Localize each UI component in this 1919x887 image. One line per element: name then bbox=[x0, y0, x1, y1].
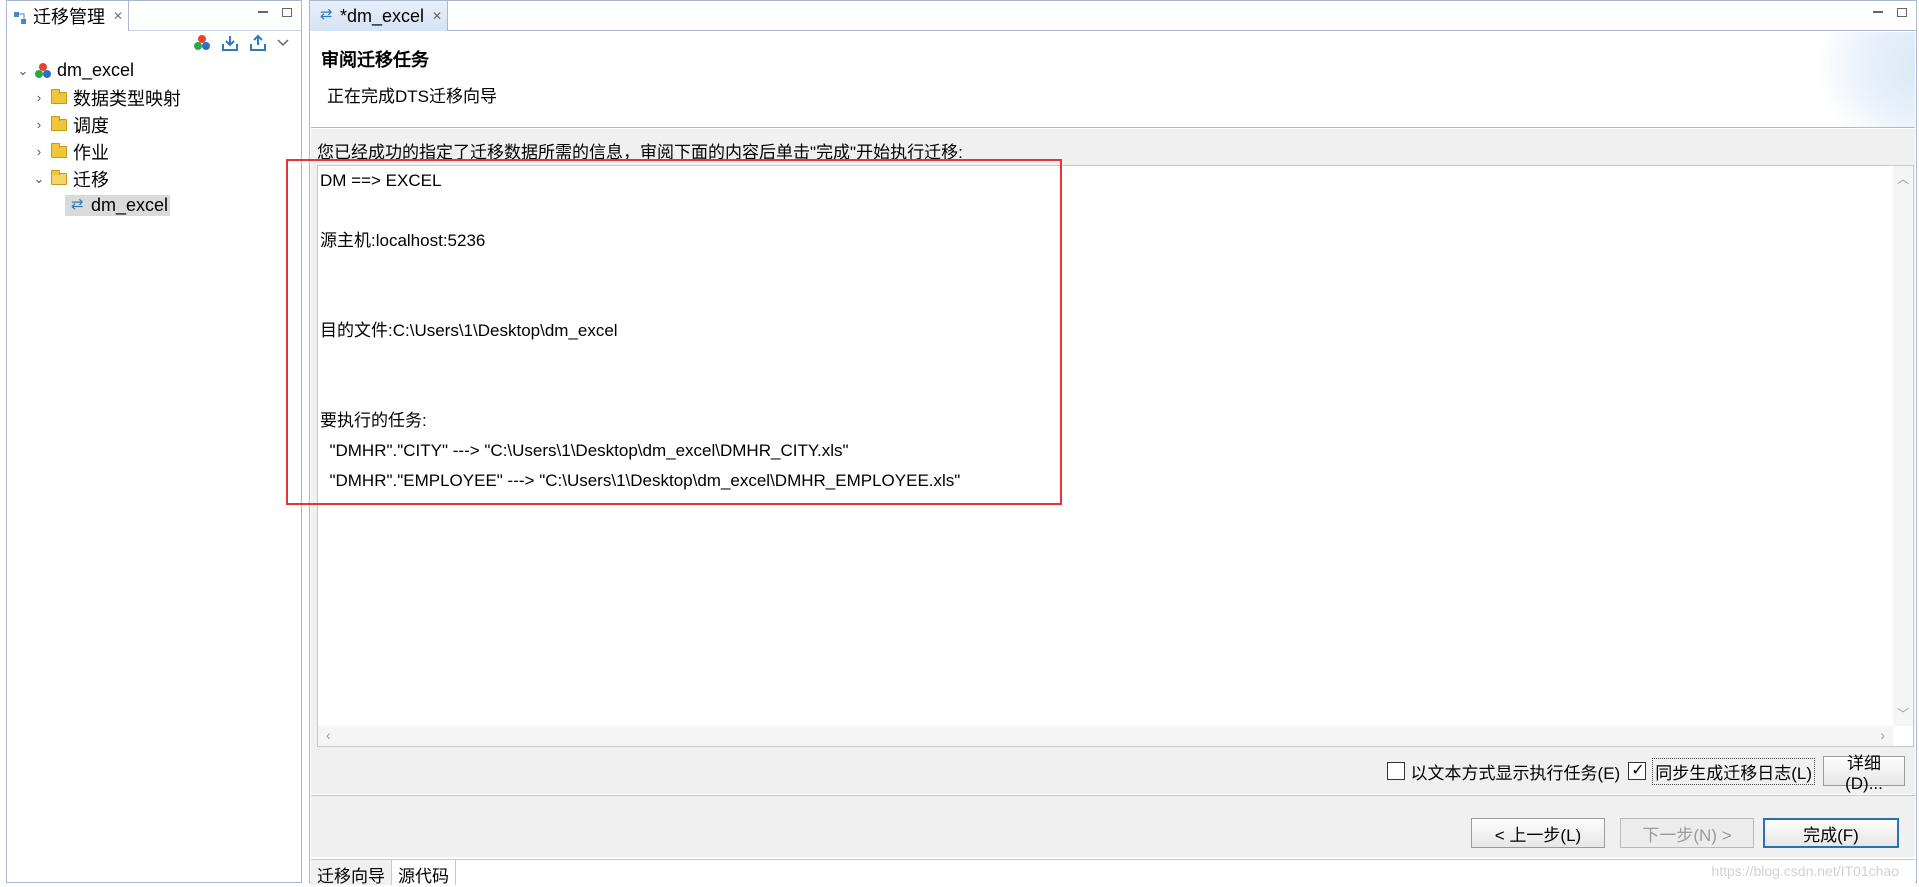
migration-editor: *dm_excel ✕ 审阅迁移任务 正在完成DTS迁移向导 您已经成功的指定了… bbox=[286, 0, 1917, 886]
editor-bottom-tabs: 迁移向导 源代码 bbox=[311, 859, 1915, 886]
wizard-content: 您已经成功的指定了迁移数据所需的信息，审阅下面的内容后单击"完成"开始执行迁移:… bbox=[286, 129, 1915, 794]
show-as-text-option[interactable]: 以文本方式显示执行任务(E) bbox=[1386, 759, 1621, 784]
detail-button[interactable]: 详细(D)... bbox=[1823, 754, 1905, 793]
tree-node-schedule[interactable]: › 调度 bbox=[15, 111, 295, 138]
wizard-title: 审阅迁移任务 bbox=[321, 50, 429, 70]
maximize-icon[interactable] bbox=[281, 6, 293, 18]
migration-management-view: 迁移管理 ✕ ⌄ dm_excel › 数据类型映射 › 调度 › 作业 ⌄ 迁… bbox=[6, 0, 302, 883]
watermark: https://blog.csdn.net/IT01chao bbox=[1711, 863, 1899, 879]
wizard-button-bar: < 上一步(L) 下一步(N) > 完成(F) bbox=[311, 795, 1915, 857]
sync-log-label: 同步生成迁移日志(L) bbox=[1652, 757, 1815, 785]
scroll-up-icon[interactable]: ︿ bbox=[1897, 170, 1909, 187]
tree-node-job[interactable]: › 作业 bbox=[15, 138, 295, 165]
tab-label: *dm_excel bbox=[340, 5, 425, 26]
scroll-left-icon[interactable]: ‹ bbox=[326, 727, 331, 743]
chevron-right-icon[interactable]: › bbox=[31, 90, 47, 105]
tree-node-root[interactable]: ⌄ dm_excel bbox=[15, 57, 295, 84]
project-icon bbox=[35, 62, 51, 79]
tree-node-datatype-mapping[interactable]: › 数据类型映射 bbox=[15, 84, 295, 111]
sync-log-checkbox[interactable] bbox=[1628, 760, 1647, 780]
close-icon[interactable]: ✕ bbox=[113, 9, 123, 23]
chevron-right-icon[interactable]: › bbox=[31, 117, 47, 132]
migration-tree: ⌄ dm_excel › 数据类型映射 › 调度 › 作业 ⌄ 迁移 ⇄ dm_… bbox=[15, 57, 295, 219]
tree-node-label: 数据类型映射 bbox=[73, 88, 181, 109]
export-icon[interactable] bbox=[249, 34, 267, 52]
wizard-subtitle: 正在完成DTS迁移向导 bbox=[327, 87, 497, 106]
annotation-highlight-box bbox=[286, 159, 1062, 505]
show-as-text-checkbox[interactable] bbox=[1386, 762, 1405, 780]
tab-migration-wizard[interactable]: 迁移向导 bbox=[311, 860, 392, 886]
chevron-down-icon[interactable]: ⌄ bbox=[31, 171, 47, 187]
tab-migration-management[interactable]: 迁移管理 ✕ bbox=[7, 1, 129, 31]
chevron-down-icon[interactable]: ⌄ bbox=[15, 63, 31, 79]
tab-dm-excel[interactable]: *dm_excel ✕ bbox=[310, 1, 448, 31]
tree-node-label: 迁移 bbox=[73, 169, 109, 190]
tree-node-label: dm_excel bbox=[91, 195, 169, 215]
tab-source-code[interactable]: 源代码 bbox=[392, 860, 456, 886]
view-menu-icon[interactable] bbox=[277, 34, 295, 52]
wizard-header: 审阅迁移任务 正在完成DTS迁移向导 bbox=[311, 32, 1915, 128]
minimize-icon[interactable] bbox=[257, 6, 269, 18]
show-as-text-label: 以文本方式显示执行任务(E) bbox=[1410, 763, 1621, 783]
folder-icon bbox=[51, 115, 67, 131]
folder-icon bbox=[51, 142, 67, 158]
maximize-icon[interactable] bbox=[1896, 6, 1908, 18]
left-toolbar bbox=[193, 33, 295, 53]
editor-controls bbox=[1872, 6, 1908, 18]
tree-node-label: dm_excel bbox=[57, 60, 135, 80]
migration-view-icon bbox=[13, 9, 27, 24]
next-button[interactable]: 下一步(N) > bbox=[1620, 818, 1754, 848]
vertical-scrollbar[interactable]: ︿ ﹀ bbox=[1893, 166, 1913, 726]
chevron-right-icon[interactable]: › bbox=[31, 144, 47, 159]
new-project-icon[interactable] bbox=[193, 34, 211, 52]
migration-icon bbox=[320, 5, 336, 23]
tab-label: 迁移管理 bbox=[33, 7, 105, 27]
scroll-down-icon[interactable]: ﹀ bbox=[1897, 705, 1909, 722]
tree-node-migration-dm-excel[interactable]: dm_excel bbox=[15, 192, 295, 219]
folder-icon bbox=[51, 88, 67, 104]
editor-tab-strip bbox=[310, 1, 1916, 31]
wizard-banner-graphic bbox=[1815, 32, 1915, 127]
horizontal-scrollbar[interactable]: ‹ › bbox=[318, 726, 1893, 746]
finish-button[interactable]: 完成(F) bbox=[1763, 818, 1899, 848]
tree-node-label: 作业 bbox=[73, 142, 109, 163]
tree-node-label: 调度 bbox=[73, 115, 109, 136]
prev-button[interactable]: < 上一步(L) bbox=[1471, 818, 1605, 848]
close-icon[interactable]: ✕ bbox=[432, 9, 442, 23]
open-folder-icon bbox=[51, 169, 67, 185]
minimize-icon[interactable] bbox=[1872, 6, 1884, 18]
options-row: 以文本方式显示执行任务(E) 同步生成迁移日志(L) 详细(D)... bbox=[1386, 754, 1905, 793]
migration-icon bbox=[71, 195, 87, 213]
selected-node[interactable]: dm_excel bbox=[65, 195, 171, 216]
scroll-right-icon[interactable]: › bbox=[1880, 727, 1885, 743]
sync-log-option[interactable]: 同步生成迁移日志(L) bbox=[1628, 757, 1815, 785]
import-icon[interactable] bbox=[221, 34, 239, 52]
view-controls bbox=[257, 6, 293, 18]
tree-node-migration[interactable]: ⌄ 迁移 bbox=[15, 165, 295, 192]
